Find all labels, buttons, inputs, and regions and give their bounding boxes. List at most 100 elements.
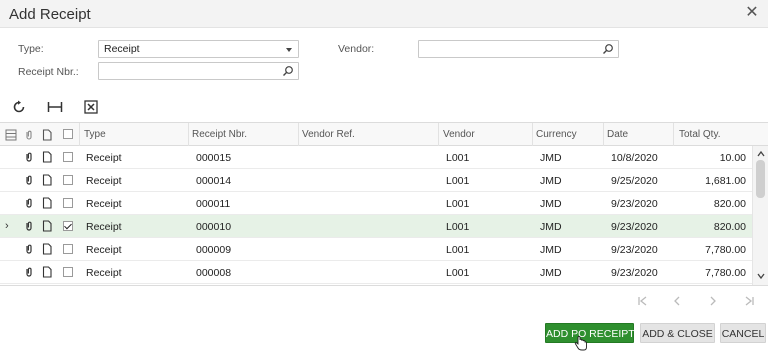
row-select-checkbox[interactable]	[63, 198, 73, 208]
table-row[interactable]: Receipt 000014 L001 JMD 9/25/2020 1,681.00	[0, 169, 752, 192]
cell-total-qty: 1,681.00	[705, 175, 746, 187]
first-page-icon[interactable]	[634, 293, 652, 309]
dialog-title: Add Receipt	[9, 6, 91, 23]
cell-date: 9/23/2020	[611, 221, 658, 233]
cell-date: 9/23/2020	[611, 198, 658, 210]
row-select-checkbox[interactable]	[63, 152, 73, 162]
scroll-up-icon[interactable]	[757, 150, 765, 158]
cell-type: Receipt	[86, 152, 122, 164]
row-select-checkbox[interactable]	[63, 175, 73, 185]
cell-vendor: L001	[446, 152, 470, 164]
table-row[interactable]: Receipt 000011 L001 JMD 9/23/2020 820.00	[0, 192, 752, 215]
column-divider	[673, 123, 674, 146]
column-divider	[603, 123, 604, 146]
note-icon[interactable]	[41, 266, 53, 278]
cell-receipt-nbr: 000014	[196, 175, 232, 187]
vendor-label: Vendor:	[338, 43, 375, 55]
note-icon	[42, 129, 52, 141]
column-header-currency[interactable]: Currency	[536, 129, 577, 140]
cell-currency: JMD	[540, 221, 562, 233]
note-icon[interactable]	[41, 197, 53, 209]
last-page-icon[interactable]	[740, 293, 758, 309]
note-icon[interactable]	[41, 243, 53, 255]
attachment-icon[interactable]	[23, 243, 35, 255]
attachment-icon[interactable]	[23, 266, 35, 278]
column-header-vendor[interactable]: Vendor	[443, 129, 475, 140]
grid-settings-icon[interactable]	[5, 129, 17, 141]
cell-type: Receipt	[86, 267, 122, 279]
next-page-icon[interactable]	[704, 293, 722, 309]
export-to-excel-icon[interactable]	[82, 98, 100, 116]
row-select-checkbox[interactable]	[63, 267, 73, 277]
column-header-receipt-nbr[interactable]: Receipt Nbr.	[192, 129, 247, 140]
table-row[interactable]: Receipt 000009 L001 JMD 9/23/2020 7,780.00	[0, 238, 752, 261]
cell-currency: JMD	[540, 175, 562, 187]
column-header-type[interactable]: Type	[84, 129, 106, 140]
column-header-vendor-ref[interactable]: Vendor Ref.	[302, 129, 355, 140]
dialog-title-bar: Add Receipt ✕	[0, 0, 768, 28]
type-label: Type:	[18, 43, 44, 55]
grid-header: Type Receipt Nbr. Vendor Ref. Vendor Cur…	[0, 123, 768, 146]
search-icon[interactable]	[282, 65, 294, 77]
cell-total-qty: 7,780.00	[705, 244, 746, 256]
search-icon[interactable]	[602, 43, 614, 55]
column-divider	[79, 123, 80, 146]
attachment-icon[interactable]	[23, 151, 35, 163]
table-row[interactable]: › Receipt 000010 L001 JMD 9/23/2020 820.00	[0, 215, 752, 238]
cancel-button[interactable]: CANCEL	[720, 323, 766, 343]
close-icon[interactable]: ✕	[744, 5, 760, 21]
type-select-value: Receipt	[104, 43, 140, 55]
cell-receipt-nbr: 000010	[196, 221, 232, 233]
cell-total-qty: 7,780.00	[705, 267, 746, 279]
row-select-checkbox[interactable]	[63, 244, 73, 254]
attachment-icon[interactable]	[23, 197, 35, 209]
cell-vendor: L001	[446, 221, 470, 233]
note-icon[interactable]	[41, 220, 53, 232]
cell-type: Receipt	[86, 198, 122, 210]
type-select[interactable]: Receipt	[98, 40, 299, 58]
cell-total-qty: 820.00	[713, 221, 746, 233]
cell-date: 10/8/2020	[611, 152, 658, 164]
refresh-icon[interactable]	[10, 98, 28, 116]
cell-receipt-nbr: 000015	[196, 152, 232, 164]
add-and-close-button[interactable]: ADD & CLOSE	[640, 323, 715, 343]
column-header-date[interactable]: Date	[607, 129, 628, 140]
scroll-down-icon[interactable]	[757, 272, 765, 280]
cell-vendor: L001	[446, 198, 470, 210]
row-select-checkbox[interactable]	[63, 221, 73, 231]
attachment-icon[interactable]	[23, 174, 35, 186]
table-row[interactable]: Receipt 000008 L001 JMD 9/23/2020 7,780.00	[0, 261, 752, 284]
cell-type: Receipt	[86, 175, 122, 187]
column-header-total-qty[interactable]: Total Qty.	[679, 129, 721, 140]
cell-total-qty: 10.00	[719, 152, 746, 164]
hand-cursor-icon	[574, 336, 587, 351]
note-icon[interactable]	[41, 151, 53, 163]
column-divider	[298, 123, 299, 146]
grid-scrollbar[interactable]	[752, 146, 768, 285]
note-icon[interactable]	[41, 174, 53, 186]
cell-date: 9/25/2020	[611, 175, 658, 187]
prev-page-icon[interactable]	[668, 293, 686, 309]
cell-currency: JMD	[540, 152, 562, 164]
cell-date: 9/23/2020	[611, 267, 658, 279]
cell-vendor: L001	[446, 244, 470, 256]
scrollbar-thumb[interactable]	[756, 160, 765, 198]
cell-receipt-nbr: 000008	[196, 267, 232, 279]
current-row-indicator-icon: ›	[5, 220, 9, 232]
receipt-nbr-field[interactable]	[98, 62, 299, 80]
cell-vendor: L001	[446, 267, 470, 279]
table-row[interactable]: Receipt 000015 L001 JMD 10/8/2020 10.00	[0, 146, 752, 169]
column-divider	[188, 123, 189, 146]
cell-currency: JMD	[540, 244, 562, 256]
column-divider	[438, 123, 439, 146]
fit-to-screen-icon[interactable]	[46, 98, 64, 116]
vendor-field[interactable]	[418, 40, 619, 58]
cell-receipt-nbr: 000011	[196, 198, 231, 210]
cell-vendor: L001	[446, 175, 470, 187]
cell-currency: JMD	[540, 198, 562, 210]
select-all-checkbox[interactable]	[63, 129, 73, 139]
cell-currency: JMD	[540, 267, 562, 279]
add-po-receipt-button[interactable]: ADD PO RECEIPT	[545, 323, 635, 343]
cell-total-qty: 820.00	[713, 198, 746, 210]
attachment-icon[interactable]	[23, 220, 35, 232]
